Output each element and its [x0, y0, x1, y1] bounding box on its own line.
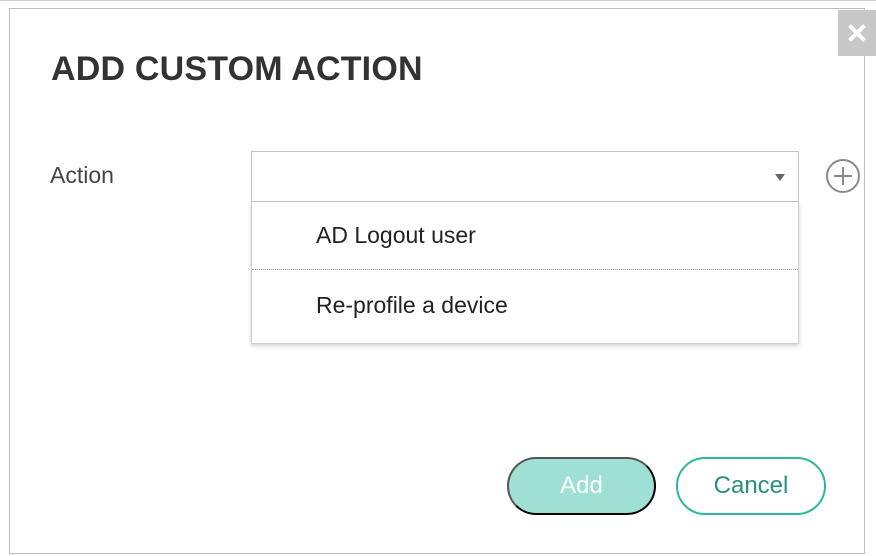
- action-label: Action: [50, 162, 114, 188]
- dropdown-option-label: Re-profile a device: [316, 291, 508, 318]
- close-icon: [848, 24, 866, 42]
- close-button[interactable]: [838, 10, 876, 56]
- action-dropdown-list: AD Logout user Re-profile a device: [251, 202, 799, 344]
- backdrop-edge: [0, 0, 876, 1]
- dialog-title: ADD CUSTOM ACTION: [51, 50, 423, 88]
- screen: ADD CUSTOM ACTION Action AD Logout user …: [0, 0, 876, 556]
- dropdown-option-label: AD Logout user: [316, 222, 476, 248]
- dropdown-option-ad-logout-user[interactable]: AD Logout user: [252, 202, 798, 270]
- add-button[interactable]: Add: [507, 457, 656, 515]
- add-action-button[interactable]: [824, 157, 862, 195]
- chevron-down-icon[interactable]: [775, 174, 785, 181]
- dropdown-option-reprofile-device[interactable]: Re-profile a device: [252, 271, 798, 339]
- plus-circle-icon: [826, 159, 860, 193]
- cancel-button[interactable]: Cancel: [676, 457, 826, 515]
- action-select[interactable]: [251, 151, 799, 202]
